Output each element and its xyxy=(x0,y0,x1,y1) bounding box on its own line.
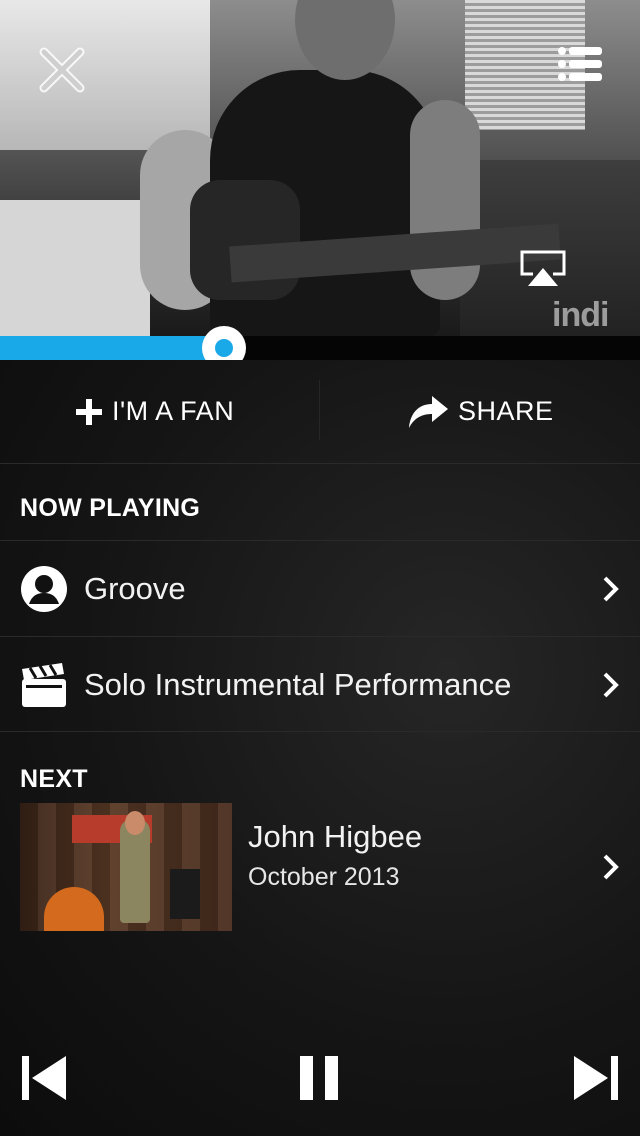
playback-controls xyxy=(0,1040,640,1136)
thumbnail-performer-head xyxy=(125,811,145,835)
video-performer-arm xyxy=(410,100,480,300)
now-playing-artist-label: Groove xyxy=(84,571,186,606)
list-icon[interactable] xyxy=(558,46,602,82)
video-watermark: indi xyxy=(552,296,609,334)
close-icon[interactable] xyxy=(38,46,86,94)
airplay-icon[interactable] xyxy=(520,250,566,288)
progress-bar[interactable] xyxy=(0,326,640,370)
share-button[interactable]: SHARE xyxy=(408,360,554,463)
video-guitar xyxy=(190,180,300,300)
info-panel xyxy=(0,360,640,1136)
next-thumbnail xyxy=(20,803,232,931)
skip-previous-icon[interactable] xyxy=(22,1056,66,1100)
plus-icon xyxy=(76,398,102,425)
next-item-date: October 2013 xyxy=(248,863,400,891)
video-background xyxy=(0,200,150,336)
thumbnail-chair xyxy=(170,869,200,919)
share-arrow-icon xyxy=(409,395,448,428)
chevron-right-icon xyxy=(603,576,619,602)
user-icon xyxy=(21,566,67,612)
share-button-label: SHARE xyxy=(458,396,554,426)
skip-next-icon[interactable] xyxy=(574,1056,618,1100)
now-playing-artist-row[interactable]: Groove xyxy=(0,540,640,636)
next-heading: NEXT xyxy=(20,765,88,793)
now-playing-category-row[interactable]: Solo Instrumental Performance xyxy=(0,636,640,732)
next-item-title: John Higbee xyxy=(248,819,423,854)
chevron-right-icon xyxy=(603,854,619,880)
row-divider xyxy=(0,731,640,732)
action-bar: I'M A FAN SHARE xyxy=(0,360,640,464)
fan-button[interactable]: I'M A FAN xyxy=(76,360,234,463)
video-performer-head xyxy=(295,0,395,80)
now-playing-category-label: Solo Instrumental Performance xyxy=(84,667,512,702)
clapperboard-icon xyxy=(22,663,66,707)
now-playing-heading: NOW PLAYING xyxy=(20,494,201,522)
video-player[interactable]: indi xyxy=(0,0,640,336)
video-window-left xyxy=(0,0,210,150)
progress-fill xyxy=(0,336,224,360)
chevron-right-icon xyxy=(603,672,619,698)
fan-button-label: I'M A FAN xyxy=(112,396,235,426)
action-divider xyxy=(319,380,320,440)
next-item[interactable]: John Higbee October 2013 xyxy=(0,803,640,931)
pause-icon[interactable] xyxy=(300,1056,340,1100)
